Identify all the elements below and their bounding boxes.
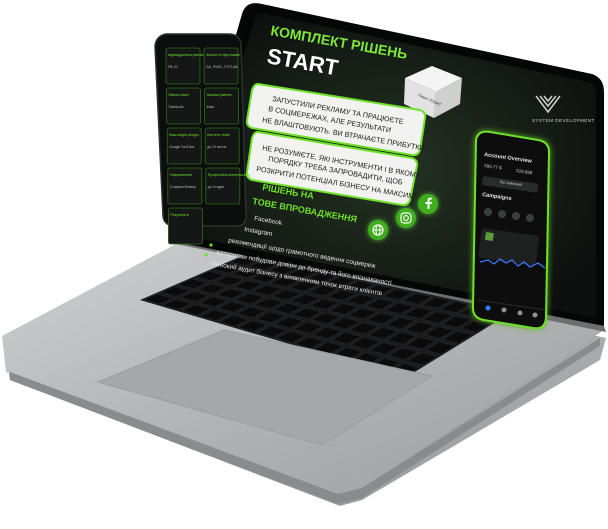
small-phone-tile-title: Бізнес-пакет [169,93,190,97]
small-phone-tile-sub: до 10 постів [207,145,226,149]
small-phone-tile-title: Контент-план [207,133,230,137]
quick-action-2[interactable] [498,210,506,218]
mockup-svg: КОМПЛЕКТ РІШЕНЬ START Пакет START SYSTEM… [2,3,606,506]
quick-action-3[interactable] [512,212,520,220]
facebook-icon[interactable] [418,194,438,214]
small-phone-tile[interactable]: Ваш медіа ресурс Google YouTube [166,127,202,165]
small-phone-tile-sub: Google YouTube [169,145,194,149]
small-phone-tile-sub: Facebook [169,105,184,109]
tab-home-icon[interactable] [485,305,491,311]
tab-ads-icon[interactable] [517,310,523,316]
campaign-thumb [485,232,494,241]
small-phone-tile-sub: Insta [207,105,214,109]
small-phone-tile-title: Оформлення [170,173,192,177]
brand-name: SYSTEM DEVELOPMENT [532,118,595,123]
tab-insights-icon[interactable] [501,307,507,313]
small-phone-tile-sub: FB, IG [168,65,178,69]
small-phone-tile-title: Налаштування [207,93,232,97]
small-phone-tile[interactable]: Аналіз та підготовка GA, PIXEL, FOTLAB [203,47,240,85]
tab-profile-icon[interactable] [532,312,538,318]
small-phone-tile[interactable]: Оформлення Сторінки бізнесу [167,167,203,205]
quick-action-1[interactable] [484,208,492,216]
small-phone-tile[interactable]: Результати [167,207,203,245]
small-phone-tile[interactable]: Налаштування Insta [204,87,240,125]
small-phone-tile-sub: до 3 годин [208,185,224,189]
bullet-dot-5 [204,253,208,257]
small-phone-tile-title: Аналіз та підготовка [206,53,240,57]
instagram-icon[interactable] [396,208,416,228]
small-phone-tile-title: Ваш медіа ресурс [169,133,199,137]
small-phone-tile[interactable]: Бізнес-пакет Facebook [166,87,202,125]
small-phone-tile-sub: Сторінки бізнесу [170,185,196,189]
small-phone-tile[interactable]: Контент-план до 10 постів [204,127,240,165]
small-phone-tile-title: Професійна консультація [208,173,250,177]
small-phone-tile-title: Результати [170,213,188,217]
globe-icon[interactable] [368,220,388,240]
quick-action-4[interactable] [526,214,534,222]
small-phone-tile-sub: GA, PIXEL, FOTLAB [206,65,238,69]
bullet-dot-4 [209,243,213,247]
laptop-mockup-scene: КОМПЛЕКТ РІШЕНЬ START Пакет START SYSTEM… [0,0,608,524]
